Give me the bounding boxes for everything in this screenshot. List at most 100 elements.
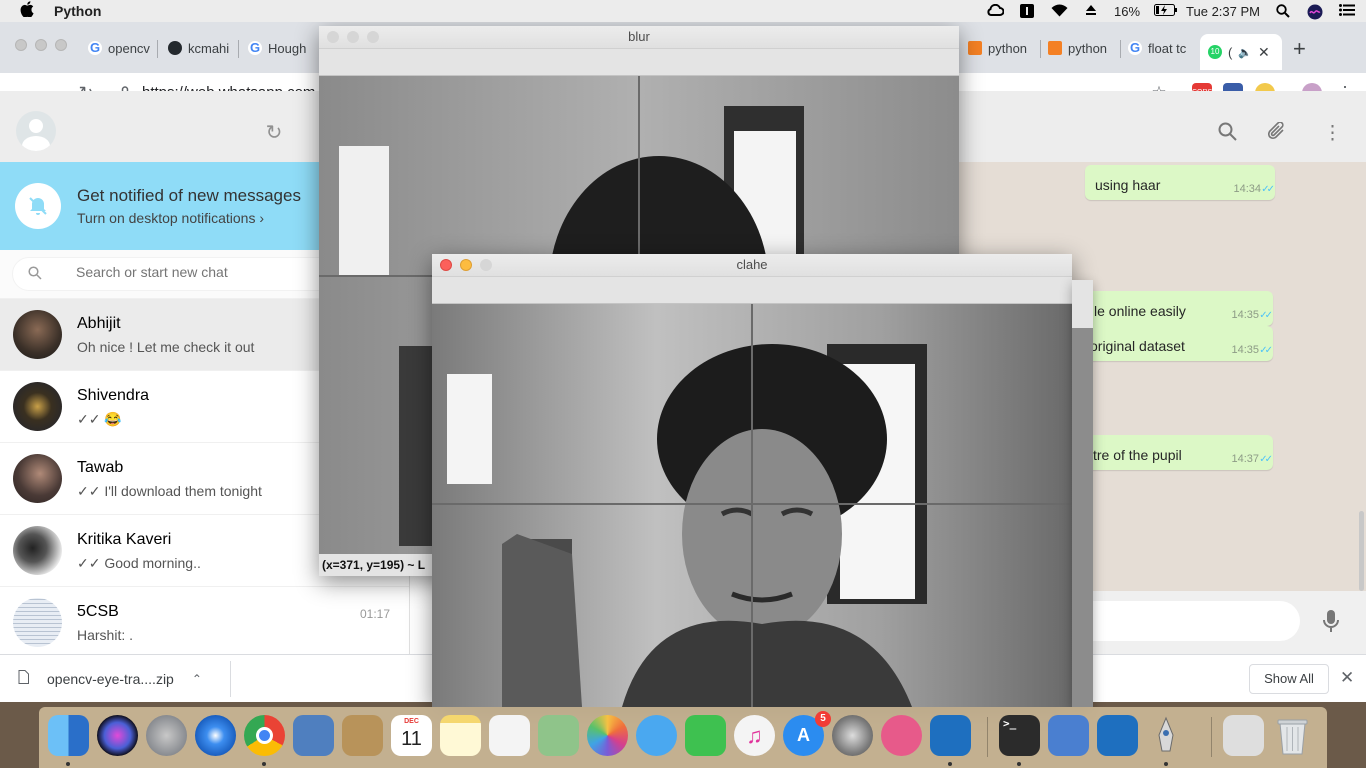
chat-name: Tawab [77,459,124,476]
wifi-icon[interactable] [1050,4,1068,18]
apple-menu-icon[interactable] [20,1,40,21]
search-icon[interactable] [1218,122,1237,147]
tab-label: opencv [108,40,150,56]
siri-icon[interactable] [1306,4,1324,20]
window-controls [327,31,379,43]
read-ticks-icon: ✓✓ [1259,454,1273,465]
close-window-button[interactable] [15,39,27,51]
vscode-icon[interactable] [1097,715,1138,756]
creative-cloud-icon[interactable] [986,3,1005,18]
itunes-icon[interactable]: ♫ [734,715,775,756]
terminal-icon[interactable]: >_ [999,715,1040,756]
tab-label: python [1068,40,1108,56]
zoom-window-button[interactable] [480,259,492,271]
notification-title: Get notified of new messages [77,186,301,205]
download-item[interactable]: opencv-eye-tra....zip ⌃ [18,670,202,687]
safari-icon[interactable] [195,715,236,756]
camera-frame-clahe[interactable] [432,304,1072,707]
status-icon[interactable]: ↻ [263,122,285,144]
notes-icon[interactable] [440,715,481,756]
cv-window-edge [1072,280,1093,707]
window-controls [15,39,67,51]
tab-whatsapp[interactable]: 10 ( 🔈 ✕ [1200,34,1282,70]
message-time: 14:37 [1231,453,1259,465]
close-tab-icon[interactable]: ✕ [1258,44,1270,61]
trash-icon[interactable] [1272,715,1313,756]
tab-hough[interactable]: G Hough [248,37,306,59]
facetime-icon[interactable] [685,715,726,756]
read-ticks-icon: ✓✓ [1261,184,1275,195]
google-icon: G [248,40,262,55]
preview-icon[interactable] [293,715,334,756]
tab-opencv[interactable]: G opencv [88,37,150,59]
audio-playing-icon[interactable]: 🔈 [1238,46,1252,59]
archive-utility-icon[interactable] [881,715,922,756]
cv-window-clahe[interactable]: clahe [432,254,1072,707]
notification-badge: 5 [815,711,831,727]
minimize-window-button[interactable] [347,31,359,43]
zoom-window-button[interactable] [367,31,379,43]
notification-center-icon[interactable] [1338,4,1356,18]
launchpad-icon[interactable] [146,715,187,756]
tab-label: python [988,40,1028,56]
google-icon: G [1128,40,1142,55]
minimize-window-button[interactable] [35,39,47,51]
maps-icon[interactable] [538,715,579,756]
message-time: 14:35 [1231,309,1259,321]
finder-icon[interactable] [48,715,89,756]
cv-toolbar [319,48,959,76]
scrollbar[interactable] [1359,511,1364,591]
window-title: clahe [736,257,768,272]
avatar [13,310,62,359]
avatar[interactable] [16,111,56,151]
app-name-menu[interactable]: Python [54,3,101,19]
calendar-icon[interactable]: DEC 11 [391,715,432,756]
messages-icon[interactable] [636,715,677,756]
close-icon[interactable]: ✕ [1340,668,1354,688]
tab-python-2[interactable]: python [1048,37,1107,59]
tab-float[interactable]: G float tc [1128,37,1186,59]
python-launcher-icon[interactable] [1146,715,1187,756]
search-input[interactable] [76,264,306,280]
close-window-button[interactable] [440,259,452,271]
file-icon [18,670,29,687]
siri-icon[interactable] [97,715,138,756]
chevron-up-icon[interactable]: ⌃ [192,672,202,686]
keynote-icon[interactable] [1048,715,1089,756]
close-window-button[interactable] [327,31,339,43]
message-bubble[interactable]: tre of the pupil 14:37 ✓✓ [1078,435,1273,470]
system-preferences-icon[interactable] [832,715,873,756]
attach-icon[interactable] [1267,121,1287,147]
eject-icon[interactable] [1082,4,1100,18]
vscode-icon[interactable] [930,715,971,756]
tab-python-1[interactable]: python [968,37,1027,59]
contacts-icon[interactable] [342,715,383,756]
reminders-icon[interactable] [489,715,530,756]
window-titlebar[interactable]: clahe [432,254,1072,276]
search-icon [28,266,42,283]
zoom-window-button[interactable] [55,39,67,51]
menu-icon[interactable]: ⋮ [1323,122,1342,145]
facebook-extension-icon[interactable] [1018,4,1036,18]
tab-label: float tc [1148,40,1187,56]
message-bubble[interactable]: using haar 14:34 ✓✓ [1085,165,1275,200]
message-time: 14:34 [1233,183,1261,195]
notification-link[interactable]: Turn on desktop notifications › [77,210,264,226]
tab-github[interactable]: kcmahi [168,37,229,59]
minimize-window-button[interactable] [460,259,472,271]
menu-bar: Python 16% Tue 2:37 PM [0,0,1366,22]
battery-charging-icon[interactable] [1154,4,1178,18]
show-all-button[interactable]: Show All [1249,664,1329,694]
chrome-icon[interactable] [244,715,285,756]
microphone-icon[interactable] [1323,609,1339,639]
message-bubble[interactable]: original dataset 14:35 ✓✓ [1078,326,1273,361]
window-titlebar[interactable]: blur [319,26,959,48]
new-tab-button[interactable]: + [1293,36,1306,62]
message-bubble[interactable]: le online easily 14:35 ✓✓ [1078,291,1273,326]
menu-bar-clock[interactable]: Tue 2:37 PM [1186,4,1260,19]
documents-stack-icon[interactable] [1223,715,1264,756]
photos-icon[interactable] [587,715,628,756]
chat-item-5csb[interactable]: 5CSB Harshit: . 01:17 [0,587,409,659]
spotlight-search-icon[interactable] [1274,4,1292,18]
avatar [13,454,62,503]
